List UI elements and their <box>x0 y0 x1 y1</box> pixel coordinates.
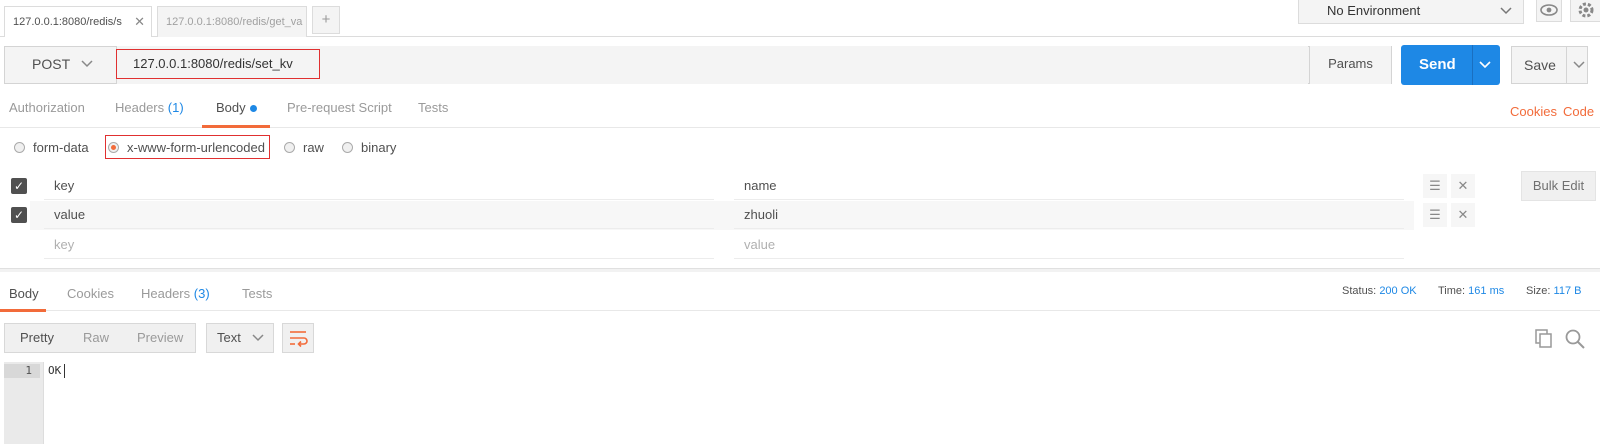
request-tab-label: 127.0.0.1:8080/redis/s <box>13 16 122 28</box>
tab-label: Pre-request Script <box>287 100 392 115</box>
chevron-down-icon <box>251 324 265 362</box>
request-tab-active[interactable]: 127.0.0.1:8080/redis/s ✕ <box>4 6 152 37</box>
method-label: POST <box>32 56 71 72</box>
gear-icon[interactable] <box>1570 0 1600 22</box>
chevron-down-icon[interactable] <box>1477 45 1493 101</box>
tab-label: Body <box>216 100 246 115</box>
headers-count: (1) <box>167 100 184 115</box>
size-value: 117 B <box>1553 285 1582 297</box>
radio-circle-icon <box>342 142 353 153</box>
key-field[interactable]: key <box>44 172 714 200</box>
request-tab[interactable]: 127.0.0.1:8080/redis/get_va <box>157 6 307 37</box>
time-value: 161 ms <box>1468 285 1505 297</box>
new-key-field[interactable]: key <box>44 231 714 259</box>
row-checkbox[interactable]: ✓ <box>11 178 27 194</box>
tab-label: Headers <box>141 286 191 301</box>
delete-row-icon[interactable]: ✕ <box>1451 203 1475 227</box>
tab-label: Tests <box>242 286 273 301</box>
headers-count: (3) <box>193 286 210 301</box>
radio-circle-icon <box>284 142 295 153</box>
tab-authorization[interactable]: Authorization <box>9 96 85 128</box>
save-divider <box>1566 47 1567 83</box>
value-field[interactable]: name <box>734 172 1404 200</box>
radio-binary[interactable]: binary <box>342 138 396 158</box>
params-button[interactable]: Params <box>1309 46 1391 84</box>
cookies-link[interactable]: Cookies <box>1510 104 1557 119</box>
pane-divider[interactable] <box>0 268 1600 272</box>
text-type-select[interactable]: Text <box>206 323 274 353</box>
delete-row-icon[interactable]: ✕ <box>1451 174 1475 198</box>
format-pretty[interactable]: Pretty <box>20 323 54 353</box>
chevron-down-icon[interactable] <box>1572 47 1586 97</box>
status-value: 200 OK <box>1379 285 1417 297</box>
send-divider <box>1472 45 1473 85</box>
row-checkbox[interactable]: ✓ <box>11 207 27 223</box>
radio-raw[interactable]: raw <box>284 138 324 158</box>
tab-label: Authorization <box>9 100 85 115</box>
wrap-lines-icon <box>290 331 308 348</box>
send-button[interactable]: Send <box>1401 45 1500 85</box>
send-label: Send <box>1419 56 1456 73</box>
response-tab-tests[interactable]: Tests <box>242 284 272 312</box>
code-link[interactable]: Code <box>1563 104 1594 119</box>
radio-label: raw <box>303 140 324 155</box>
status-label: Status: <box>1342 285 1377 297</box>
tab-label: Tests <box>418 100 449 115</box>
value-field[interactable]: zhuoli <box>734 201 1404 229</box>
tab-body[interactable]: Body <box>202 96 270 128</box>
response-tab-body[interactable]: Body <box>0 284 46 312</box>
save-button[interactable]: Save <box>1511 46 1588 84</box>
bulk-edit-button[interactable]: Bulk Edit <box>1521 171 1596 201</box>
drag-handle-icon[interactable]: ☰ <box>1423 174 1447 198</box>
tab-label: Body <box>9 286 39 301</box>
radio-label: binary <box>361 140 397 155</box>
radio-form-data[interactable]: form-data <box>14 138 89 158</box>
wrap-lines-button[interactable] <box>282 323 314 353</box>
status-readout: Status: 200 OK <box>1342 285 1417 297</box>
size-readout: Size: 117 B <box>1526 285 1581 297</box>
response-tab-headers[interactable]: Headers (3) <box>141 284 210 312</box>
format-preview[interactable]: Preview <box>137 323 183 353</box>
modified-dot-icon <box>249 105 257 113</box>
copy-icon[interactable] <box>1534 328 1554 348</box>
response-content: OK <box>48 364 62 377</box>
time-label: Time: <box>1438 285 1466 297</box>
urlencoded-highlight <box>105 135 270 159</box>
search-icon[interactable] <box>1564 328 1586 350</box>
close-icon[interactable]: ✕ <box>134 7 145 37</box>
tab-headers[interactable]: Headers (1) <box>115 96 184 128</box>
line-number: 1 <box>4 364 40 378</box>
size-label: Size: <box>1526 285 1551 297</box>
environment-select[interactable]: No Environment <box>1298 0 1524 24</box>
text-type-label: Text <box>217 330 241 345</box>
tab-tests[interactable]: Tests <box>418 96 448 128</box>
method-select[interactable]: POST <box>4 46 114 84</box>
format-raw[interactable]: Raw <box>83 323 109 353</box>
tab-pre-request-script[interactable]: Pre-request Script <box>287 96 392 128</box>
url-highlight <box>116 49 320 79</box>
save-label: Save <box>1524 57 1556 73</box>
chevron-down-icon <box>1499 0 1513 30</box>
key-field[interactable]: value <box>44 201 714 229</box>
request-tab-label: 127.0.0.1:8080/redis/get_va <box>166 16 303 28</box>
chevron-down-icon <box>80 46 94 96</box>
text-cursor <box>64 364 65 378</box>
new-value-field[interactable]: value <box>734 231 1404 259</box>
tab-label: Headers <box>115 100 165 115</box>
radio-circle-icon <box>14 142 25 153</box>
drag-handle-icon[interactable]: ☰ <box>1423 203 1447 227</box>
response-editor[interactable] <box>4 362 1600 444</box>
eye-icon[interactable] <box>1536 0 1562 22</box>
tab-label: Cookies <box>67 286 114 301</box>
response-tab-cookies[interactable]: Cookies <box>67 284 114 312</box>
time-readout: Time: 161 ms <box>1438 285 1504 297</box>
response-tabs-border <box>0 310 1600 311</box>
radio-label: form-data <box>33 140 89 155</box>
environment-label: No Environment <box>1327 3 1421 18</box>
add-tab-button[interactable]: + <box>312 6 340 34</box>
